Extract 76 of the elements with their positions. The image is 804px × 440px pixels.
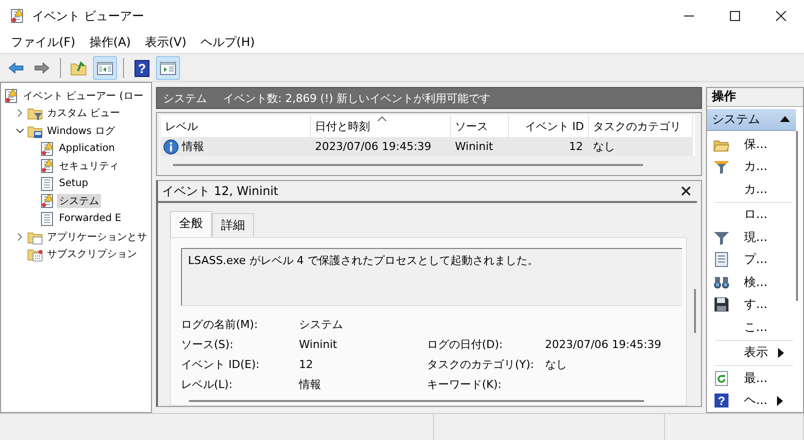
log-icon [39,176,55,192]
close-icon[interactable] [681,186,691,196]
tab[interactable]: 詳細 [212,213,254,237]
field-label: レベル(L): [181,376,232,392]
tab[interactable]: 全般 [170,211,212,237]
menu-item[interactable]: 表示(V) [138,34,194,51]
tree-item[interactable]: サブスクリプション [45,247,139,262]
pane-title: システム [163,90,207,106]
field-value: システム [299,316,343,332]
action-item[interactable]: 最... [744,370,768,387]
table-cell: なし [593,139,615,154]
table-cell: 2023/07/06 19:45:39 [315,140,432,153]
tree-item[interactable]: セキュリティ [57,159,121,174]
scrollbar[interactable] [796,131,798,301]
scrollbar[interactable] [189,400,644,402]
info-icon [163,138,179,154]
action-item[interactable]: ヘ... [744,392,768,410]
action-item[interactable]: 表示 [744,344,768,362]
action-item[interactable]: カ... [744,158,768,176]
field-value: なし [545,356,567,372]
field-value: 情報 [299,376,321,392]
folder-up-icon [70,58,88,76]
table-cell: 情報 [182,139,204,154]
close-icon [776,11,786,21]
message-text: LSASS.exe がレベル 4 で保護されたプロセスとして起動されました。 [188,254,538,267]
action-item[interactable]: 現... [744,228,768,246]
tree-item[interactable]: イベント ビューアー (ロー [21,88,146,103]
menu-item[interactable]: ファイル(F) [4,34,82,51]
help-icon: ? [713,392,730,410]
event-title: イベント 12, Wininit [162,182,280,200]
tree-item[interactable]: Windows ログ [45,124,117,138]
field-label: ソース(S): [181,336,234,352]
log-icon [39,210,55,227]
field-value: 12 [299,358,313,370]
field-label: イベント ID(E): [181,356,260,372]
toolbar-button[interactable] [156,56,180,80]
filter-icon [713,158,730,176]
log-warning-icon [39,140,55,157]
action-item[interactable]: 検... [744,274,768,291]
tree-item[interactable]: アプリケーションとサ [45,230,149,244]
tree-item[interactable]: Forwarded E [57,213,124,224]
menu-item[interactable]: ヘルプ(H) [193,34,262,51]
field-label: タスクのカテゴリ(Y): [427,356,534,372]
tree-item[interactable]: Setup [57,178,90,190]
maximize-icon [730,11,740,21]
action-item[interactable]: す... [744,296,768,314]
action-item[interactable]: 保... [744,136,768,153]
tree-item[interactable]: カスタム ビュー [45,106,122,120]
properties-icon [713,251,730,268]
field-value: 2023/07/06 19:45:39 [545,338,662,350]
log-warning-icon [3,88,19,104]
field-label: ログの日付(D): [427,336,503,352]
actions-header: 操作 [707,88,803,107]
action-item[interactable]: カ... [744,180,768,198]
field-label: ログの名前(M): [181,316,258,332]
scrollbar[interactable] [694,289,696,333]
field-label: キーワード(K): [427,376,502,392]
scrollbar[interactable] [173,164,643,166]
window-title: イベント ビューアー [32,8,144,24]
log-warning-icon [39,158,55,174]
field-value: Wininit [299,338,338,350]
action-item[interactable]: こ... [744,318,768,336]
refresh-icon [713,370,730,387]
table-cell: Wininit [455,140,494,153]
app-icon [9,8,25,24]
menu-item[interactable]: 操作(A) [82,34,138,51]
table-cell: 12 [569,140,583,153]
event-count-text: イベント数: 2,869 (!) 新しいイベントが利用可能です [223,90,491,106]
tree-item[interactable]: Application [57,143,117,154]
log-warning-icon [39,193,55,210]
action-item[interactable]: ロ... [744,206,768,224]
action-item[interactable]: プ... [744,251,768,268]
minimize-icon [684,15,694,17]
toolbar-button[interactable] [93,56,117,80]
tree-item[interactable]: システム [57,194,101,208]
section-header[interactable]: システム [707,108,796,131]
